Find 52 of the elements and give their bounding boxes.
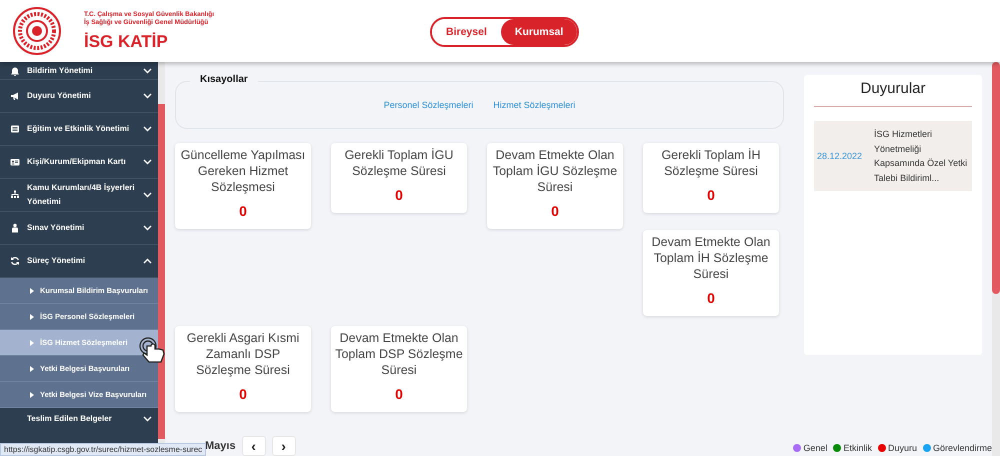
mode-toggle[interactable]: Kurumsal — [500, 19, 578, 45]
stat-title: Gerekli Toplam İGU Sözleşme Süresi — [344, 147, 454, 179]
stat-title: Devam Etmekte Olan Toplam DSP Sözleşme Süresi — [335, 330, 463, 378]
announcement-text: İSG Hizmetleri Yönetmeliği Kapsamında Özel Yetki Talebi Bildiriml... — [874, 128, 968, 184]
chevron-icon — [143, 159, 152, 165]
caret-icon — [30, 288, 34, 294]
chevron-icon — [143, 416, 152, 422]
announcements-title: Duyurular — [814, 75, 972, 107]
person-icon — [10, 223, 20, 233]
stat-value: 0 — [551, 203, 559, 219]
legend-label: Görevlendirme — [932, 443, 992, 453]
stat-title: Gerekli Asgari Kısmi Zamanlı DSP Sözleşme Süresi — [186, 330, 300, 378]
legend-label: Genel — [803, 443, 828, 453]
prev-button[interactable]: ‹ — [242, 436, 266, 456]
caret-icon — [30, 392, 34, 398]
bell-icon — [10, 66, 20, 76]
stat-value: 0 — [707, 290, 715, 306]
ministry-emblem-icon — [12, 6, 62, 56]
chevron-icon — [143, 192, 152, 198]
list-icon — [10, 124, 20, 134]
megaphone-icon — [10, 91, 20, 101]
chevron-icon — [143, 93, 152, 99]
next-button[interactable]: › — [272, 436, 296, 456]
scrollbar-thumb[interactable] — [158, 104, 165, 439]
chevron-icon — [143, 258, 152, 264]
stat-value: 0 — [239, 386, 247, 402]
stat-value: 0 — [395, 386, 403, 402]
scrollbar-thumb[interactable] — [992, 62, 1000, 294]
legend-label: Etkinlik — [843, 443, 872, 453]
chevron-icon — [143, 126, 152, 132]
stat-title: Devam Etmekte Olan Toplam İH Sözleşme Süresi — [650, 234, 772, 282]
sync-icon — [10, 256, 20, 266]
caret-icon — [30, 314, 34, 320]
caret-icon — [30, 340, 34, 346]
announcement-date: 28.12.2022 — [817, 151, 862, 161]
chevron-icon — [143, 225, 152, 231]
stat-title: Gerekli Toplam İH Sözleşme Süresi — [660, 147, 762, 179]
card-icon — [10, 157, 20, 167]
brand-title: İSG KATİP — [84, 32, 168, 52]
legend-label: Duyuru — [888, 443, 917, 453]
announcement-item[interactable]: 28.12.2022 İSG Hizmetleri Yönetmeliği Kapsamında Özel Yetki Talebi Bildiriml... — [814, 121, 972, 191]
stat-value: 0 — [395, 187, 403, 203]
stat-title: Devam Etmekte Olan Toplam İGU Sözleşme Süresi — [492, 147, 618, 195]
stat-value: 0 — [239, 203, 247, 219]
shortcuts-title: Kısayollar — [190, 74, 258, 85]
sitemap-icon — [10, 190, 20, 200]
status-bar-url: https://isgkatip.csgb.gov.tr/surec/hizmet-sozlesme-surec — [0, 443, 206, 456]
chevron-icon — [143, 68, 152, 74]
stat-value: 0 — [707, 187, 715, 203]
caret-icon — [30, 366, 34, 372]
stat-title: Güncelleme Yapılması Gereken Hizmet Sözleşmesi — [180, 147, 306, 195]
month-label: Mayıs — [205, 440, 236, 452]
